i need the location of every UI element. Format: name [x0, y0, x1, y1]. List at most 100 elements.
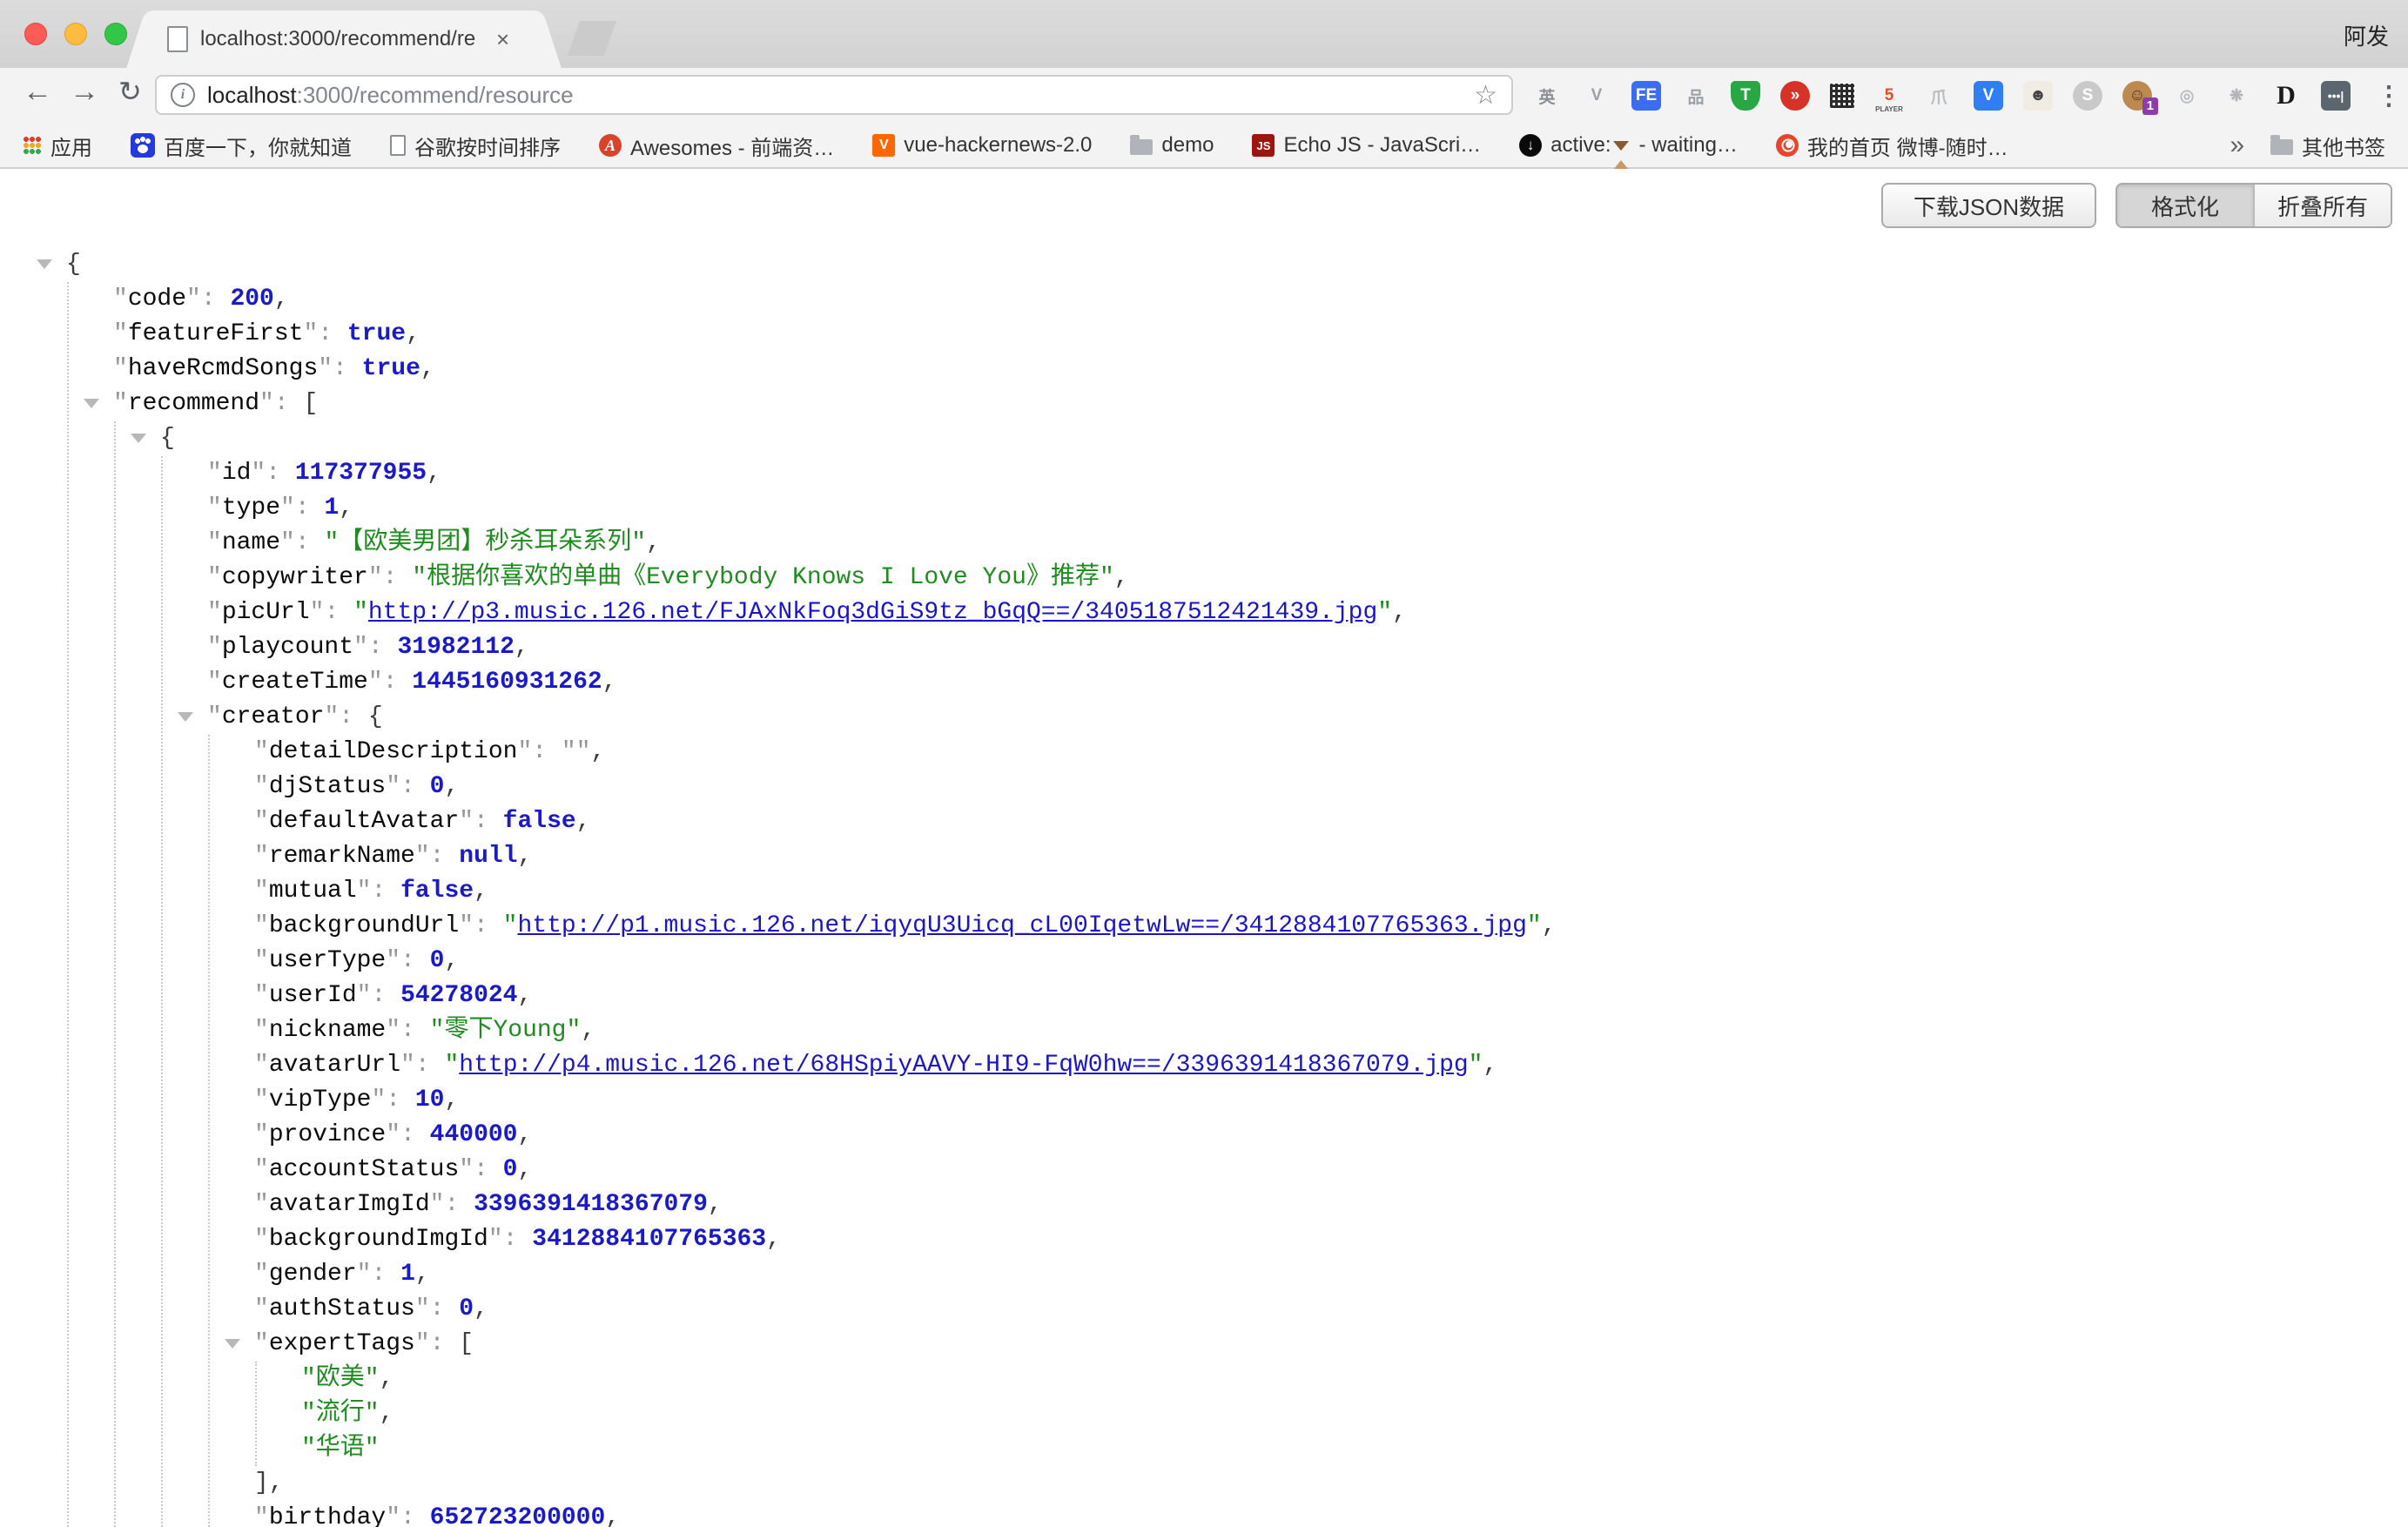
json-line: "djStatus": 0,	[0, 770, 2408, 804]
baidu-paw-icon	[131, 133, 155, 158]
back-button[interactable]: ←	[23, 75, 52, 109]
qrcode-icon[interactable]	[1830, 84, 1854, 108]
vue-hackernews-icon: V	[872, 134, 895, 157]
json-key-quote: "	[254, 1191, 269, 1218]
json-punctuation: ,	[380, 1365, 394, 1392]
json-key-quote: "	[254, 947, 269, 974]
bookmark-item[interactable]: 我的首页 微博-随时…	[1776, 131, 2008, 161]
json-punctuation: ,	[646, 529, 661, 556]
bookmarks-bar: 应用 百度一下，你就知道 谷歌按时间排序 AAwesomes - 前端资… Vvue-h…	[0, 124, 2408, 169]
bookmark-items-mount: 应用 百度一下，你就知道 谷歌按时间排序 AAwesomes - 前端资… Vvue-h…	[23, 131, 2047, 161]
json-punctuation: ,	[427, 460, 441, 487]
json-punctuation: ,	[708, 1191, 723, 1218]
json-punctuation: ,	[406, 320, 420, 347]
json-key-quote: ":	[318, 355, 361, 382]
d-icon[interactable]: D	[2271, 81, 2301, 111]
page-info-icon[interactable]: i	[171, 83, 195, 107]
bookmark-label: 我的首页 微博-随时…	[1807, 131, 2008, 161]
hummingbird-icon[interactable]: ❋	[2222, 81, 2251, 111]
collapse-toggle-icon[interactable]	[178, 712, 193, 722]
tampermonkey-shield-icon[interactable]: T	[1731, 81, 1760, 111]
json-number-value: 0	[430, 947, 445, 974]
close-window-button[interactable]	[24, 23, 47, 45]
minimize-window-button[interactable]	[64, 23, 87, 45]
reload-button[interactable]: ↻	[118, 75, 142, 108]
json-line: "createTime": 1445160931262,	[0, 665, 2408, 700]
chevron-v-icon[interactable]: V	[1974, 81, 2003, 111]
bookmark-item[interactable]: 百度一下，你就知道	[131, 131, 352, 161]
json-key: avatarImgId	[269, 1191, 430, 1218]
json-punctuation: ,	[766, 1226, 781, 1253]
mask-icon[interactable]: ☻	[2023, 81, 2053, 111]
json-punctuation: ,	[274, 286, 289, 313]
collapse-toggle-icon[interactable]	[84, 399, 99, 408]
tab-close-icon[interactable]: ×	[496, 26, 509, 53]
monkey-icon[interactable]: ☺1	[2122, 81, 2152, 111]
download-json-button[interactable]: 下载JSON数据	[1881, 183, 2096, 228]
json-key-quote: "	[113, 390, 128, 417]
fehelper-icon[interactable]: FE	[1631, 81, 1661, 111]
collapse-toggle-icon[interactable]	[225, 1339, 240, 1349]
collapse-toggle-icon[interactable]	[131, 434, 146, 443]
json-punctuation: ,	[1483, 1052, 1497, 1079]
paw-icon[interactable]: 爪	[1924, 81, 1954, 111]
json-punctuation: {	[368, 703, 383, 730]
collapse-toggle-icon[interactable]	[37, 259, 52, 269]
collapse-all-button[interactable]: 折叠所有	[2253, 185, 2391, 226]
new-tab-button[interactable]	[568, 21, 616, 56]
json-line: "流行",	[0, 1396, 2408, 1431]
json-key: type	[222, 494, 280, 521]
json-punctuation: ,	[444, 947, 459, 974]
translate-icon[interactable]: 英	[1532, 81, 1562, 111]
bookmark-label: Awesomes - 前端资…	[630, 131, 834, 161]
radar-icon[interactable]: ◎	[2172, 81, 2202, 111]
other-bookmarks-folder[interactable]: 其他书签	[2270, 131, 2385, 161]
json-line: "picUrl": "http://p3.music.126.net/FJAxN…	[0, 595, 2408, 630]
s-icon[interactable]: S	[2073, 81, 2102, 111]
bookmark-item[interactable]: JSEcho JS - JavaScri…	[1252, 133, 1481, 158]
json-link[interactable]: http://p3.music.126.net/FJAxNkFoq3dGiS9t…	[368, 599, 1377, 626]
address-bar[interactable]: i localhost:3000/recommend/resource ☆	[155, 75, 1513, 115]
json-string-quote: "	[1527, 912, 1542, 939]
json-line: "backgroundUrl": "http://p1.music.126.ne…	[0, 909, 2408, 944]
html5-player-icon[interactable]: 5PLAYER	[1874, 81, 1904, 111]
password-dots-icon[interactable]: •••|	[2321, 81, 2351, 111]
forward-button[interactable]: →	[70, 75, 99, 109]
bookmark-item[interactable]: 谷歌按时间排序	[390, 131, 561, 161]
json-key-quote: "	[254, 1261, 269, 1288]
url-text: localhost:3000/recommend/resource	[207, 82, 574, 109]
video-speed-icon[interactable]: »	[1780, 81, 1810, 111]
json-number-value: 3396391418367079	[474, 1191, 708, 1218]
json-line: "playcount": 31982112,	[0, 630, 2408, 665]
json-number-value: 31982112	[397, 634, 514, 661]
bookmark-item[interactable]: 应用	[23, 131, 92, 161]
json-key-quote: ":	[259, 390, 303, 417]
json-link[interactable]: http://p4.music.126.net/68HSpiyAAVY-HI9-…	[459, 1052, 1468, 1079]
json-line: "remarkName": null,	[0, 839, 2408, 874]
zoom-window-button[interactable]	[104, 23, 127, 45]
bookmark-label: 百度一下，你就知道	[164, 131, 352, 161]
browser-menu-icon[interactable]: ⋮	[2376, 81, 2402, 111]
bookmark-item[interactable]: demo	[1130, 133, 1214, 158]
bookmark-star-icon[interactable]: ☆	[1474, 80, 1497, 111]
format-button[interactable]: 格式化	[2117, 185, 2253, 226]
json-line: "accountStatus": 0,	[0, 1153, 2408, 1187]
json-line: "copywriter": "根据你喜欢的单曲《Everybody Knows …	[0, 561, 2408, 595]
json-link[interactable]: http://p1.music.126.net/iqyqU3Uicq_cL00I…	[517, 912, 1526, 939]
json-key: userType	[269, 947, 386, 974]
vue-devtools-icon[interactable]: V	[1582, 81, 1611, 111]
browser-tab[interactable]: localhost:3000/recommend/re ×	[148, 10, 540, 68]
sitemap-icon[interactable]: 品	[1681, 81, 1711, 111]
json-number-value: 1445160931262	[412, 669, 602, 696]
bookmark-item[interactable]: AAwesomes - 前端资…	[599, 131, 834, 161]
json-key-quote: "	[207, 529, 222, 556]
profile-name[interactable]: 阿发	[2344, 19, 2389, 51]
bookmarks-overflow-chevron[interactable]: »	[2230, 131, 2244, 160]
bookmark-item[interactable]: ↓active:- waiting…	[1519, 133, 1738, 158]
json-key-quote: "	[207, 634, 222, 661]
json-key: haveRcmdSongs	[128, 355, 318, 382]
bookmark-item[interactable]: Vvue-hackernews-2.0	[872, 133, 1092, 158]
json-key: defaultAvatar	[269, 808, 459, 835]
bookmark-label: - waiting…	[1639, 133, 1738, 158]
json-line: "nickname": "零下Young",	[0, 1013, 2408, 1048]
